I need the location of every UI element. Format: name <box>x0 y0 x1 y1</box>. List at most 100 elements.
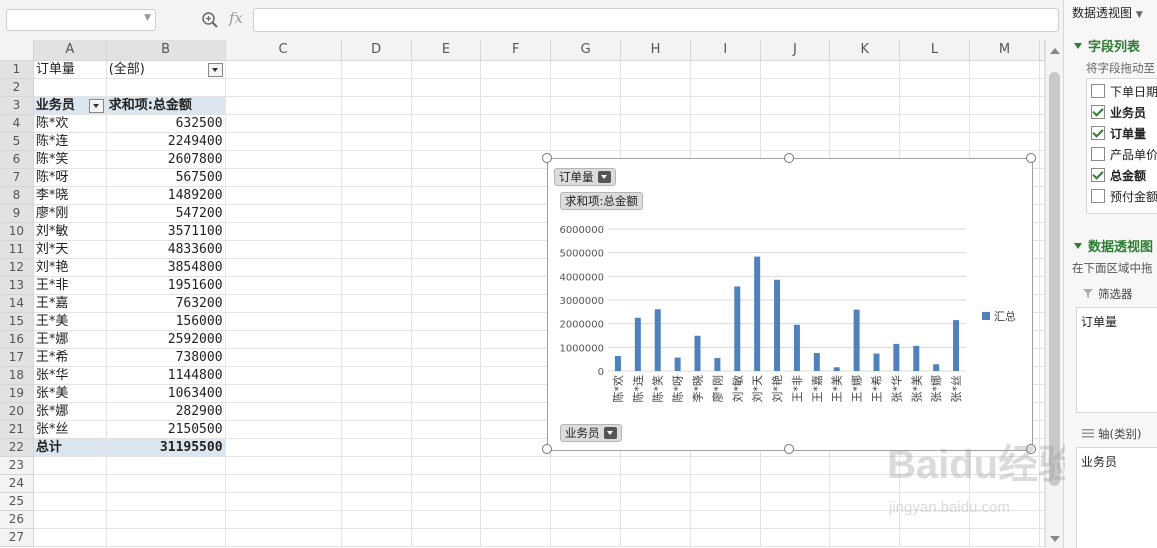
cell[interactable] <box>225 96 342 115</box>
cell[interactable] <box>225 438 342 457</box>
cell-b[interactable] <box>106 492 226 511</box>
cell-b[interactable]: 求和项:总金额 <box>106 96 226 115</box>
cell[interactable] <box>480 60 552 79</box>
cell[interactable] <box>411 492 482 511</box>
column-header-a[interactable]: A <box>33 40 107 61</box>
cell[interactable] <box>1039 240 1045 259</box>
cell[interactable] <box>411 60 482 79</box>
checkbox[interactable] <box>1091 126 1105 140</box>
cell[interactable] <box>969 132 1041 151</box>
cell-b[interactable]: 547200 <box>106 204 226 223</box>
cell[interactable] <box>411 330 482 349</box>
cell[interactable] <box>225 420 342 439</box>
cell-b[interactable]: 738000 <box>106 348 226 367</box>
cell-b[interactable]: 1063400 <box>106 384 226 403</box>
cell[interactable] <box>690 96 761 115</box>
bar[interactable] <box>873 353 880 371</box>
row-header[interactable]: 20 <box>0 402 34 421</box>
field-item[interactable]: 总金额 <box>1091 167 1146 184</box>
cell[interactable] <box>899 528 970 547</box>
cell[interactable] <box>411 294 482 313</box>
cell[interactable] <box>341 96 412 115</box>
cell[interactable] <box>1039 114 1045 133</box>
cell[interactable] <box>969 114 1041 133</box>
cell[interactable] <box>690 60 761 79</box>
cell-a[interactable]: 张*娜 <box>33 402 107 421</box>
cell[interactable] <box>341 168 412 187</box>
cell[interactable] <box>411 276 482 295</box>
cell[interactable] <box>411 204 482 223</box>
row-header[interactable]: 6 <box>0 150 34 169</box>
cell[interactable] <box>341 492 412 511</box>
row-header[interactable]: 15 <box>0 312 34 331</box>
cell[interactable] <box>969 78 1041 97</box>
cell[interactable] <box>620 474 691 493</box>
cell[interactable] <box>1039 258 1045 277</box>
name-box[interactable]: ▼ <box>6 9 156 31</box>
cell[interactable] <box>480 186 552 205</box>
cell-b[interactable]: 4833600 <box>106 240 226 259</box>
cell[interactable] <box>1039 222 1045 241</box>
column-header-i[interactable]: I <box>690 40 761 61</box>
cell-b[interactable]: 1951600 <box>106 276 226 295</box>
bar[interactable] <box>853 309 860 371</box>
cell-a[interactable]: 订单量 <box>33 60 107 79</box>
cell-b[interactable]: (全部) <box>106 60 226 79</box>
cell[interactable] <box>829 78 901 97</box>
formula-input[interactable] <box>253 8 1059 32</box>
row-header[interactable]: 25 <box>0 492 34 511</box>
cell[interactable] <box>411 366 482 385</box>
cell-b[interactable] <box>106 78 226 97</box>
cell[interactable] <box>899 60 970 79</box>
cell[interactable] <box>550 132 622 151</box>
cell-b[interactable]: 31195500 <box>106 437 226 457</box>
chevron-down-icon[interactable]: ▼ <box>144 13 151 23</box>
cell[interactable] <box>341 402 412 421</box>
row-header[interactable]: 12 <box>0 258 34 277</box>
cell[interactable] <box>480 348 552 367</box>
cell-b[interactable]: 282900 <box>106 402 226 421</box>
row-header[interactable]: 1 <box>0 60 34 79</box>
bar[interactable] <box>714 358 721 371</box>
cell[interactable] <box>480 114 552 133</box>
cell[interactable] <box>480 168 552 187</box>
cell[interactable] <box>411 258 482 277</box>
cell[interactable] <box>341 186 412 205</box>
cell[interactable] <box>1039 528 1045 547</box>
cell[interactable] <box>341 294 412 313</box>
cell-a[interactable]: 陈*欢 <box>33 114 107 133</box>
cell[interactable] <box>620 132 691 151</box>
cell[interactable] <box>760 96 831 115</box>
cell[interactable] <box>480 78 552 97</box>
cell[interactable] <box>1039 348 1045 367</box>
cell[interactable] <box>480 438 552 457</box>
cell[interactable] <box>225 384 342 403</box>
cell[interactable] <box>760 132 831 151</box>
cell[interactable] <box>1039 132 1045 151</box>
cell-a[interactable]: 刘*敏 <box>33 222 107 241</box>
cell-a[interactable] <box>33 492 107 511</box>
row-header[interactable]: 27 <box>0 528 34 547</box>
cell[interactable] <box>341 222 412 241</box>
field-list-section[interactable]: 字段列表 <box>1074 36 1140 55</box>
cell[interactable] <box>225 456 342 475</box>
cell[interactable] <box>550 60 622 79</box>
cell[interactable] <box>341 330 412 349</box>
cell[interactable] <box>690 78 761 97</box>
row-header[interactable]: 18 <box>0 366 34 385</box>
cell[interactable] <box>411 96 482 115</box>
cell[interactable] <box>1039 276 1045 295</box>
cell-a[interactable]: 张*丝 <box>33 420 107 439</box>
cell[interactable] <box>480 312 552 331</box>
cell[interactable] <box>760 528 831 547</box>
bar[interactable] <box>833 367 840 371</box>
cell[interactable] <box>341 276 412 295</box>
checkbox[interactable] <box>1091 105 1105 119</box>
cell-a[interactable]: 陈*连 <box>33 132 107 151</box>
cell-a[interactable]: 刘*天 <box>33 240 107 259</box>
bar[interactable] <box>893 343 900 371</box>
field-item[interactable]: 预付金额 <box>1091 188 1157 205</box>
bar[interactable] <box>634 317 641 371</box>
cell-b[interactable]: 156000 <box>106 312 226 331</box>
cell[interactable] <box>620 456 691 475</box>
